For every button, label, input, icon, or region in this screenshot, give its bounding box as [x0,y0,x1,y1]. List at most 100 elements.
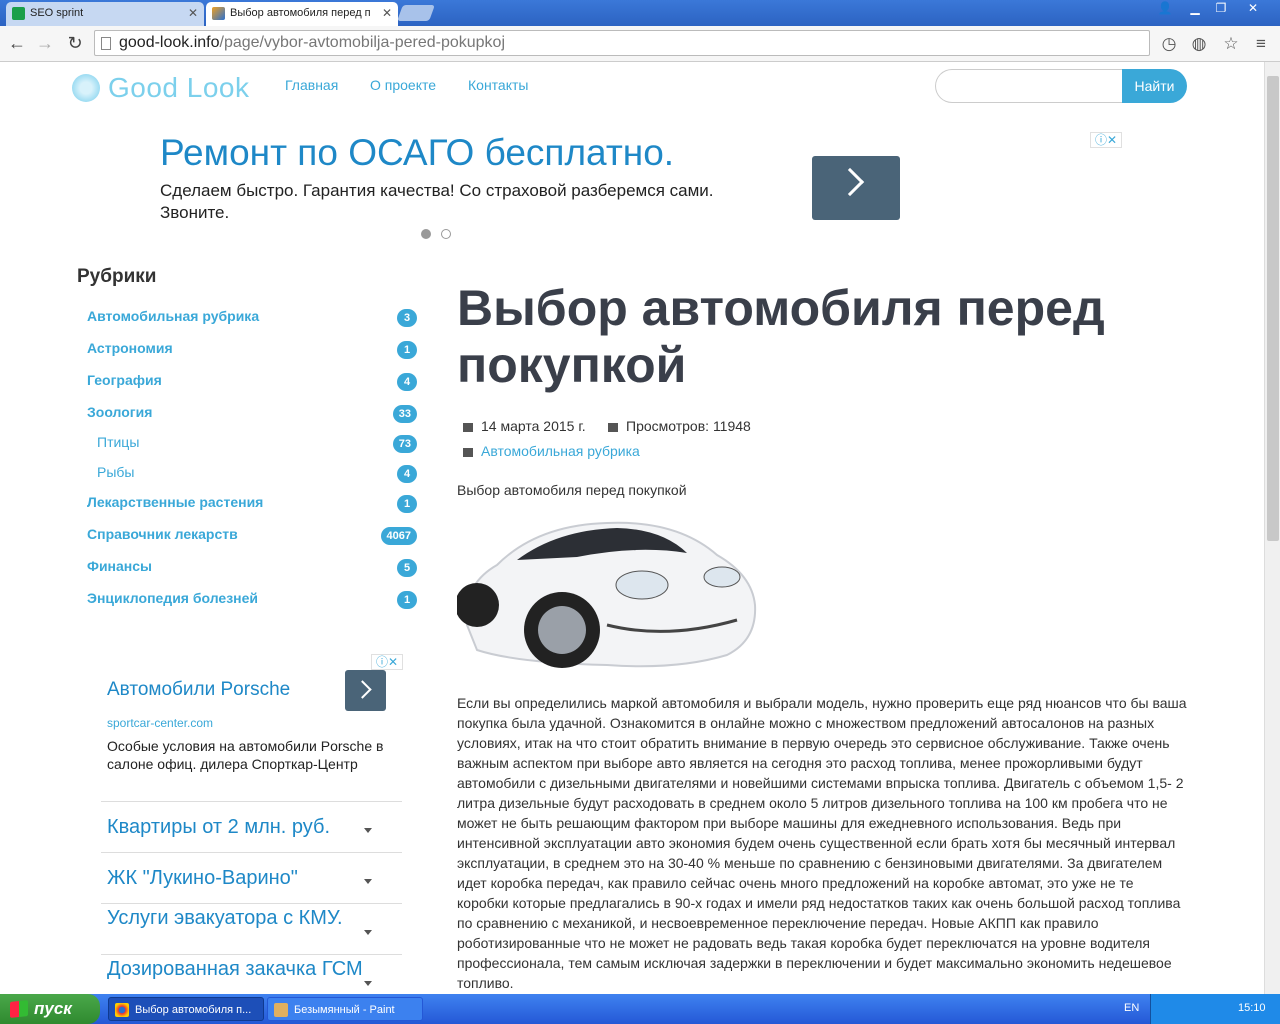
search-button[interactable]: Найти [1122,69,1187,103]
article-views: Просмотров: 11948 [608,418,751,434]
dropdown-arrow-icon [364,828,372,833]
chrome-icon [115,1003,129,1017]
new-tab-button[interactable] [397,5,435,21]
ad-top-title[interactable]: Ремонт по ОСАГО бесплатно. [160,132,674,174]
folder-icon [463,447,473,457]
site-logo[interactable]: Good Look [72,72,250,106]
site-search: Найти [935,69,1187,103]
ad-side-domain[interactable]: sportcar-center.com [107,716,213,730]
sidebar-category[interactable]: Энциклопедия болезней [87,590,258,606]
extension-timer-icon[interactable]: ◷ [1158,33,1180,55]
ad-link[interactable]: Квартиры от 2 млн. руб. [101,801,402,852]
seo-sprint-favicon-icon [12,7,25,20]
ad-top-text: Сделаем быстро. Гарантия качества! Со ст… [160,181,714,222]
back-arrow-icon[interactable]: ← [6,33,28,55]
sidebar-category[interactable]: Астрономия [87,340,173,356]
dropdown-arrow-icon [364,981,372,986]
nav-contacts[interactable]: Контакты [468,77,528,93]
category-count-badge: 33 [392,405,417,423]
close-tab-icon[interactable]: ✕ [188,2,198,24]
ad-info-close-icon[interactable]: ⓘ✕ [371,654,403,670]
ad-link[interactable]: Дозированная закачка ГСМ [101,954,402,994]
menu-icon[interactable]: ≡ [1250,33,1272,55]
clock: 15:10 [1238,1002,1266,1014]
paint-icon [274,1003,288,1017]
windows-logo-icon [10,1000,28,1018]
minimize-button[interactable]: ▁ [1182,0,1208,18]
car-headlight [703,566,741,588]
article-body: Если вы определились маркой автомобиля и… [457,695,1187,991]
chevron-right-icon [835,167,865,197]
scrollbar[interactable] [1264,62,1280,994]
url-host: good-look.info [119,34,220,51]
language-indicator[interactable]: EN [1124,1002,1139,1014]
ad-link-label: ЖК "Лукино-Варино" [107,867,298,889]
close-tab-icon[interactable]: ✕ [382,2,392,24]
category-count-badge: 4 [397,465,417,483]
bookmark-star-icon[interactable]: ☆ [1220,33,1242,55]
article-date: 14 марта 2015 г. [463,418,586,434]
reload-icon[interactable]: ↻ [64,33,86,55]
tab-strip: SEO sprint ✕ Выбор автомобиля перед п ✕ … [0,0,1280,26]
date-text: 14 марта 2015 г. [481,418,586,434]
start-button[interactable]: пуск [0,994,100,1024]
category-count-badge: 4 [397,373,417,391]
car-headlight [615,570,669,600]
task-label: Безымянный - Paint [294,1004,395,1016]
sidebar-category[interactable]: Справочник лекарств [87,526,238,542]
close-window-button[interactable]: ✕ [1240,0,1266,18]
ad-info-close-icon[interactable]: ⓘ✕ [1090,132,1122,148]
sidebar-category[interactable]: География [87,372,162,388]
nav-about[interactable]: О проекте [370,77,436,93]
sidebar-category[interactable]: Птицы [97,434,139,450]
ad-side-text: Особые условия на автомобили Porsche в с… [107,738,384,772]
sidebar-category[interactable]: Финансы [87,558,152,574]
ad-side-title[interactable]: Автомобили Porsche [107,679,290,701]
article-category: Автомобильная рубрика [463,443,640,459]
sidebar-category[interactable]: Автомобильная рубрика [87,308,259,324]
taskbar-chrome[interactable]: Выбор автомобиля п... [108,997,264,1021]
tab-label: Выбор автомобиля перед п [230,7,371,19]
user-icon[interactable]: 👤 [1152,0,1178,18]
globe-icon[interactable]: ◍ [1188,33,1210,55]
taskbar-paint[interactable]: Безымянный - Paint [267,997,423,1021]
sidebar-category[interactable]: Лекарственные растения [87,494,263,510]
site-favicon-icon [212,7,225,20]
nav-home[interactable]: Главная [285,77,338,93]
ad-link[interactable]: ЖК "Лукино-Варино" [101,852,402,903]
category-link[interactable]: Автомобильная рубрика [481,443,640,459]
start-label: пуск [34,999,72,1018]
category-count-badge: 1 [397,591,417,609]
address-bar[interactable]: good-look.info/page/vybor-avtomobilja-pe… [94,30,1150,56]
ad-side-go-button[interactable] [345,670,386,711]
ad-link-label: Квартиры от 2 млн. руб. [107,816,331,838]
car-image [457,521,757,668]
calendar-icon [463,422,473,432]
ad-top-go-button[interactable] [812,156,900,220]
tab-article[interactable]: Выбор автомобиля перед п ✕ [206,2,398,26]
chart-icon [608,422,618,432]
ad-slide-dot-1[interactable] [421,229,431,239]
ad-link[interactable]: Услуги эвакуатора с КМУ. [101,903,402,954]
dropdown-arrow-icon [364,879,372,884]
task-label: Выбор автомобиля п... [135,1004,252,1016]
search-input[interactable] [935,69,1125,103]
views-text: Просмотров: 11948 [626,418,751,434]
scrollbar-thumb[interactable] [1267,76,1279,541]
forward-arrow-icon[interactable]: → [34,33,56,55]
restore-button[interactable]: ❐ [1208,0,1234,18]
tab-seo-sprint[interactable]: SEO sprint ✕ [6,2,204,26]
web-page: Good Look Главная О проекте Контакты Най… [0,62,1264,994]
ad-link-label: Услуги эвакуатора с КМУ. [107,907,343,929]
sidebar-category[interactable]: Рыбы [97,464,134,480]
ad-slide-dot-2[interactable] [441,229,451,239]
category-count-badge: 73 [392,435,417,453]
logo-flower-icon [72,73,100,102]
category-count-badge: 4067 [380,527,417,545]
article-title: Выбор автомобиля перед покупкой [457,280,1105,393]
sidebar-category[interactable]: Зоология [87,404,152,420]
car-rim [538,606,586,654]
category-count-badge: 1 [397,341,417,359]
chevron-right-icon [353,680,372,699]
page-icon [101,37,111,50]
